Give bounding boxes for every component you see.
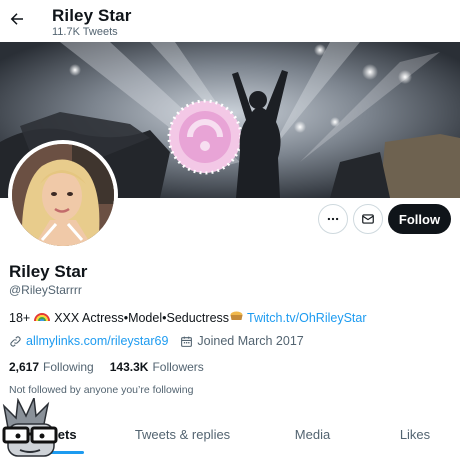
followers-label: Followers bbox=[152, 360, 204, 374]
profile-bio: 18+ XXX Actress•Model•Seductress Twitch.… bbox=[9, 310, 367, 325]
bio-text-prefix: 18+ bbox=[9, 310, 31, 325]
profile-header: Riley Star 11.7K Tweets bbox=[0, 0, 460, 42]
following-label: Following bbox=[43, 360, 94, 374]
rainbow-icon bbox=[34, 310, 51, 325]
more-icon bbox=[327, 217, 339, 221]
header-title: Riley Star bbox=[52, 6, 132, 25]
website-link[interactable]: allmylinks.com/rileystar69 bbox=[26, 334, 168, 348]
calendar-icon bbox=[180, 335, 193, 348]
back-button[interactable] bbox=[6, 6, 28, 32]
back-arrow-icon bbox=[10, 13, 23, 25]
tab-likes[interactable]: Likes bbox=[370, 414, 460, 454]
not-followed-note: Not followed by anyone you’re following bbox=[9, 384, 194, 396]
message-button[interactable] bbox=[353, 204, 383, 234]
pie-icon bbox=[230, 310, 243, 325]
followers-count: 143.3K bbox=[109, 360, 149, 374]
link-icon bbox=[10, 335, 21, 347]
profile-handle: @RileyStarrrr bbox=[9, 283, 82, 297]
following-stat[interactable]: 2,617 Following bbox=[9, 360, 94, 374]
follow-button[interactable]: Follow bbox=[388, 204, 451, 234]
bio-text: XXX Actress•Model•Seductress bbox=[54, 310, 230, 325]
mail-icon bbox=[362, 214, 374, 224]
profile-meta: allmylinks.com/rileystar69 Joined March … bbox=[9, 334, 304, 348]
bio-link[interactable]: Twitch.tv/OhRileyStar bbox=[247, 311, 366, 325]
profile-tabs: Tweets Tweets & replies Media Likes bbox=[0, 414, 460, 454]
watermark-logo bbox=[0, 395, 64, 460]
tweet-count: 11.7K Tweets bbox=[52, 26, 118, 38]
tab-tweets-replies[interactable]: Tweets & replies bbox=[110, 414, 255, 454]
more-button[interactable] bbox=[318, 204, 348, 234]
followers-stat[interactable]: 143.3K Followers bbox=[110, 360, 204, 374]
joined-date: Joined March 2017 bbox=[197, 334, 304, 348]
tab-media[interactable]: Media bbox=[255, 414, 370, 454]
profile-avatar[interactable] bbox=[8, 140, 118, 250]
profile-stats: 2,617 Following 143.3K Followers bbox=[9, 360, 220, 374]
following-count: 2,617 bbox=[9, 360, 40, 374]
profile-name: Riley Star bbox=[9, 262, 88, 281]
